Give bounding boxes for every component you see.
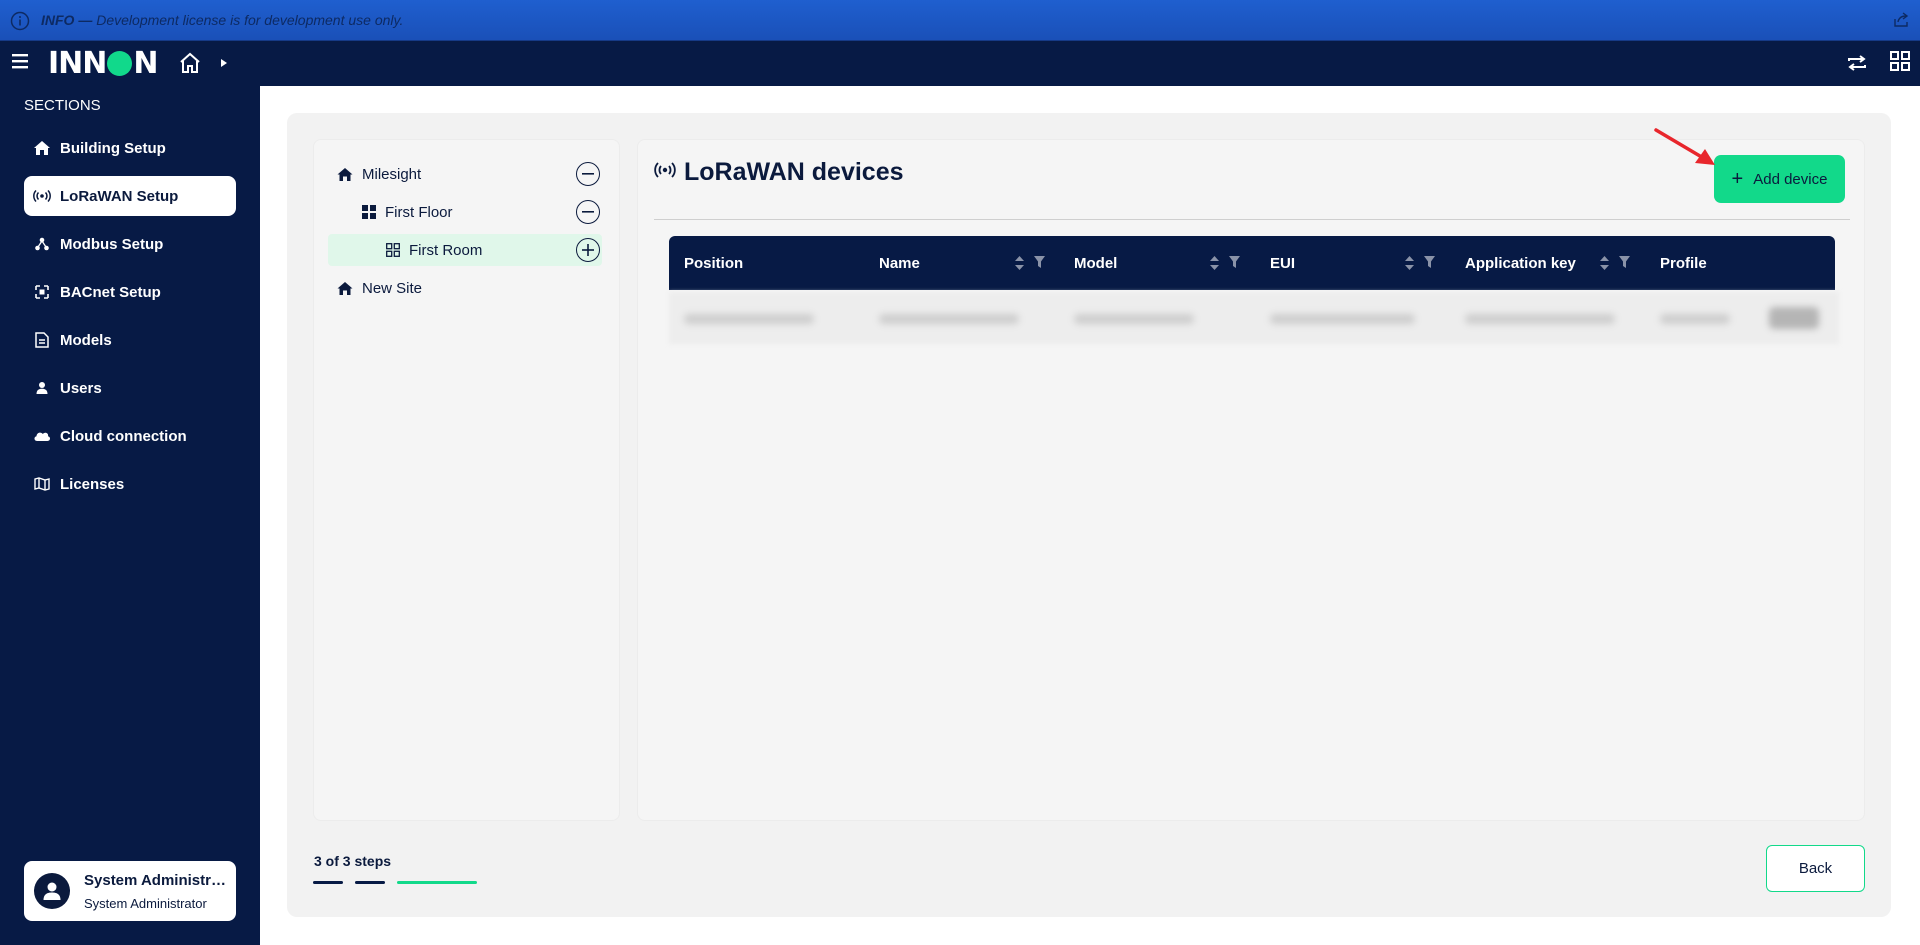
tree-node-first-floor[interactable]: First Floor xyxy=(362,196,453,228)
add-device-button[interactable]: + Add device xyxy=(1714,155,1845,203)
sync-icon[interactable] xyxy=(1846,53,1868,78)
network-icon xyxy=(24,237,60,251)
home-icon xyxy=(24,140,60,156)
table-row[interactable] xyxy=(669,292,1839,344)
top-bar: INN N xyxy=(0,41,1920,86)
blurred-cell xyxy=(1074,314,1194,324)
map-icon xyxy=(24,477,60,491)
sidebar-item-building-setup[interactable]: Building Setup xyxy=(24,128,236,168)
blurred-cell xyxy=(1465,314,1615,324)
sort-icon[interactable] xyxy=(1210,256,1219,275)
sidebar: SECTIONS Building Setup LoRaWAN Setup Mo… xyxy=(0,86,260,945)
column-header-profile[interactable]: Profile xyxy=(1660,236,1707,290)
plus-icon: + xyxy=(1731,167,1744,190)
bacnet-icon xyxy=(24,285,60,299)
page-title: LoRaWAN devices xyxy=(684,158,904,186)
column-header-name[interactable]: Name xyxy=(879,236,920,290)
info-icon xyxy=(10,11,30,34)
sort-icon[interactable] xyxy=(1015,256,1024,275)
banner-message: INFO — Development license is for develo… xyxy=(41,12,404,28)
innon-logo: INN N xyxy=(48,45,159,81)
sections-title: SECTIONS xyxy=(24,97,101,114)
breadcrumb-caret-icon xyxy=(221,59,227,67)
filter-icon[interactable] xyxy=(1034,256,1045,274)
filter-icon[interactable] xyxy=(1424,256,1435,274)
steps-label: 3 of 3 steps xyxy=(314,853,392,869)
step-indicator-2 xyxy=(355,881,385,884)
sidebar-item-lorawan-setup[interactable]: LoRaWAN Setup xyxy=(24,176,236,216)
home-icon xyxy=(337,167,353,182)
home-icon[interactable] xyxy=(178,52,202,79)
avatar xyxy=(34,873,70,909)
filter-icon[interactable] xyxy=(1229,256,1240,274)
sidebar-item-cloud-connection[interactable]: Cloud connection xyxy=(24,416,236,456)
step-indicator-1 xyxy=(313,881,343,884)
user-name: System Administrator xyxy=(84,872,230,889)
document-icon xyxy=(24,332,60,348)
home-icon xyxy=(337,281,353,296)
user-role: System Administrator xyxy=(84,896,207,911)
step-indicator-3 xyxy=(397,881,477,884)
sidebar-item-users[interactable]: Users xyxy=(24,368,236,408)
sidebar-item-licenses[interactable]: Licenses xyxy=(24,464,236,504)
back-button[interactable]: Back xyxy=(1766,845,1865,892)
sidebar-item-models[interactable]: Models xyxy=(24,320,236,360)
collapse-first-floor-button[interactable] xyxy=(576,200,600,224)
tree-node-milesight[interactable]: Milesight xyxy=(337,158,421,190)
sidebar-item-bacnet-setup[interactable]: BACnet Setup xyxy=(24,272,236,312)
column-header-model[interactable]: Model xyxy=(1074,236,1117,290)
blurred-cell xyxy=(1660,314,1730,324)
column-header-application-key[interactable]: Application key xyxy=(1465,236,1576,290)
blurred-cell xyxy=(879,314,1019,324)
column-header-eui[interactable]: EUI xyxy=(1270,236,1295,290)
info-banner: INFO — Development license is for develo… xyxy=(0,0,1920,41)
add-to-first-room-button[interactable] xyxy=(576,238,600,262)
user-profile-card[interactable]: System Administrator System Administrato… xyxy=(24,861,236,921)
tree-node-new-site[interactable]: New Site xyxy=(337,272,422,304)
apps-grid-icon[interactable] xyxy=(1890,51,1910,76)
broadcast-icon xyxy=(654,162,676,183)
sidebar-item-modbus-setup[interactable]: Modbus Setup xyxy=(24,224,236,264)
broadcast-icon xyxy=(24,190,60,202)
share-icon[interactable] xyxy=(1892,11,1910,32)
filter-icon[interactable] xyxy=(1619,256,1630,274)
sort-icon[interactable] xyxy=(1600,256,1609,275)
room-grid-icon xyxy=(386,243,400,257)
column-header-position[interactable]: Position xyxy=(684,236,743,290)
menu-icon[interactable] xyxy=(12,53,28,74)
blurred-cell xyxy=(684,314,814,324)
cloud-icon xyxy=(24,430,60,442)
devices-table-header: Position Name Model EUI Application key … xyxy=(669,236,1835,290)
red-arrow-annotation-icon xyxy=(1654,128,1715,165)
title-divider xyxy=(654,219,1850,220)
blurred-action-icon xyxy=(1769,307,1819,329)
tree-node-first-room[interactable]: First Room xyxy=(386,234,482,266)
user-icon xyxy=(24,381,60,395)
sort-icon[interactable] xyxy=(1405,256,1414,275)
blurred-cell xyxy=(1270,314,1415,324)
floor-grid-icon xyxy=(362,205,376,219)
collapse-milesight-button[interactable] xyxy=(576,162,600,186)
